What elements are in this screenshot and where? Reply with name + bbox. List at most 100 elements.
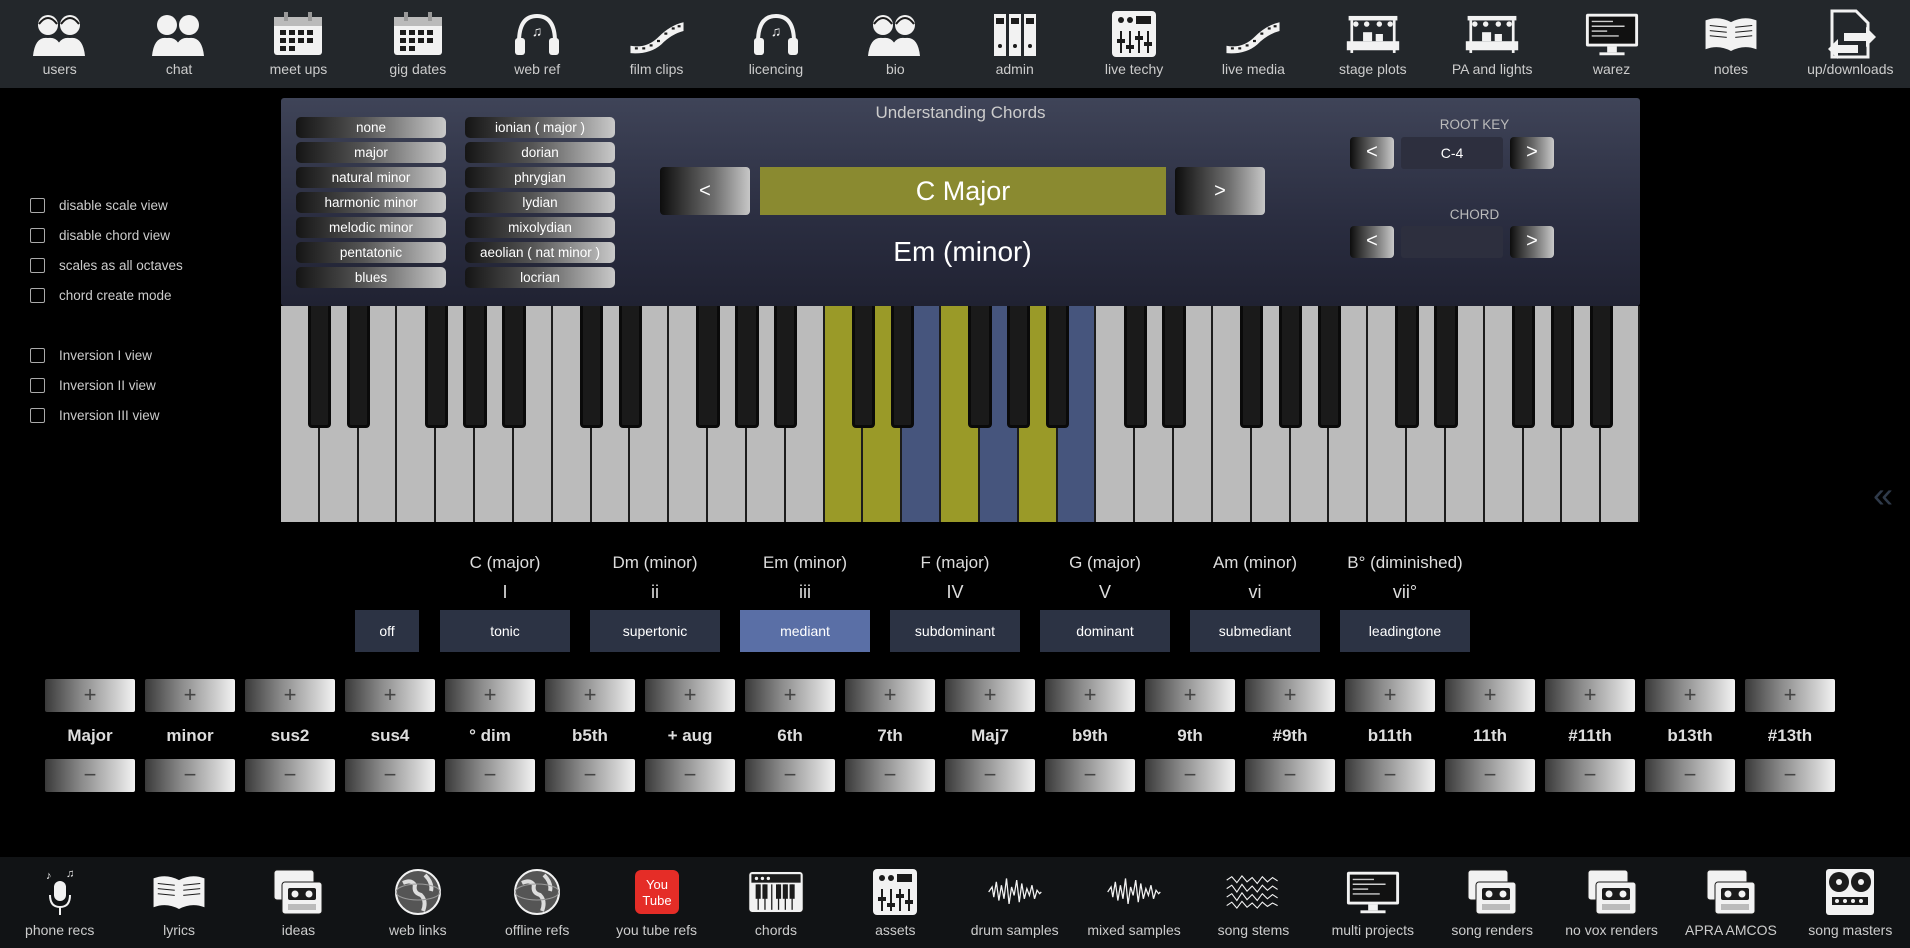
black-key[interactable]: [579, 306, 604, 428]
nav-chat[interactable]: chat: [120, 0, 238, 77]
black-key[interactable]: [1550, 306, 1574, 428]
mode-dorian-button[interactable]: dorian: [465, 142, 615, 163]
black-key[interactable]: [1240, 306, 1264, 428]
nav-lyrics[interactable]: lyrics: [120, 857, 238, 938]
scale-pentatonic-button[interactable]: pentatonic: [296, 242, 446, 263]
add-sus2-button[interactable]: +: [245, 679, 335, 712]
add-b9th-button[interactable]: +: [1045, 679, 1135, 712]
mode-lydian-button[interactable]: lydian: [465, 192, 615, 213]
checkbox[interactable]: [30, 287, 45, 303]
add-sharp9th-button[interactable]: +: [1245, 679, 1335, 712]
root-key-next-button[interactable]: >: [1510, 137, 1554, 169]
black-key[interactable]: [1162, 306, 1186, 428]
checkbox[interactable]: [30, 377, 45, 393]
nav-users[interactable]: users: [1, 0, 119, 77]
chord-next-button[interactable]: >: [1510, 226, 1554, 258]
checkbox[interactable]: [30, 257, 45, 273]
black-key[interactable]: [308, 306, 332, 428]
nav-stage-plots[interactable]: stage plots: [1314, 0, 1432, 77]
add-6th-button[interactable]: +: [745, 679, 835, 712]
black-key[interactable]: [696, 306, 720, 428]
nav-pa-and-lights[interactable]: PA and lights: [1433, 0, 1551, 77]
add-sharp11th-button[interactable]: +: [1545, 679, 1635, 712]
nav-song-renders[interactable]: song renders: [1433, 857, 1551, 938]
nav-song-masters[interactable]: song masters: [1791, 857, 1909, 938]
remove-aug-button[interactable]: −: [645, 759, 735, 792]
add-7th-button[interactable]: +: [845, 679, 935, 712]
nav-bio[interactable]: bio: [836, 0, 954, 77]
remove-sharp13th-button[interactable]: −: [1745, 759, 1835, 792]
nav-live-media[interactable]: live media: [1194, 0, 1312, 77]
toggle-inversion-ii-view[interactable]: Inversion II view: [30, 370, 183, 400]
degree-leadingtone-button[interactable]: leadingtone: [1340, 610, 1470, 652]
toggle-scales-as-all-octaves[interactable]: scales as all octaves: [30, 250, 183, 280]
black-key[interactable]: [1589, 306, 1613, 428]
prev-scale-button[interactable]: <: [660, 167, 750, 215]
add-aug-button[interactable]: +: [645, 679, 735, 712]
degree-submediant-button[interactable]: submediant: [1190, 610, 1320, 652]
add-minor-button[interactable]: +: [145, 679, 235, 712]
degree-off-button[interactable]: off: [355, 610, 419, 652]
black-key[interactable]: [968, 306, 992, 428]
scale-natural-minor-button[interactable]: natural minor: [296, 167, 446, 188]
add-9th-button[interactable]: +: [1145, 679, 1235, 712]
nav-chords[interactable]: chords: [717, 857, 835, 938]
nav-admin[interactable]: admin: [956, 0, 1074, 77]
remove-b5th-button[interactable]: −: [545, 759, 635, 792]
nav-song-stems[interactable]: song stems: [1194, 857, 1312, 938]
black-key[interactable]: [1123, 306, 1147, 428]
remove-7th-button[interactable]: −: [845, 759, 935, 792]
black-key[interactable]: [424, 306, 448, 428]
remove-11th-button[interactable]: −: [1445, 759, 1535, 792]
degree-dominant-button[interactable]: dominant: [1040, 610, 1170, 652]
nav-multi-projects[interactable]: multi projects: [1314, 857, 1432, 938]
mode-locrian-button[interactable]: locrian: [465, 267, 615, 288]
nav-live-techy[interactable]: live techy: [1075, 0, 1193, 77]
remove-b13th-button[interactable]: −: [1645, 759, 1735, 792]
add-b5th-button[interactable]: +: [545, 679, 635, 712]
collapse-panel-icon[interactable]: «: [1873, 474, 1893, 516]
checkbox[interactable]: [30, 227, 45, 243]
nav-mixed-samples[interactable]: mixed samples: [1075, 857, 1193, 938]
mode-aeolian-nat-minor-button[interactable]: aeolian ( nat minor ): [465, 242, 615, 263]
black-key[interactable]: [1395, 306, 1419, 428]
add-maj7-button[interactable]: +: [945, 679, 1035, 712]
scale-melodic-minor-button[interactable]: melodic minor: [296, 217, 446, 238]
nav-warez[interactable]: warez: [1553, 0, 1671, 77]
black-key[interactable]: [890, 306, 914, 428]
remove-sus2-button[interactable]: −: [245, 759, 335, 792]
nav-notes[interactable]: notes: [1672, 0, 1790, 77]
black-key[interactable]: [1045, 306, 1070, 428]
mode-mixolydian-button[interactable]: mixolydian: [465, 217, 615, 238]
add-11th-button[interactable]: +: [1445, 679, 1535, 712]
mode-phrygian-button[interactable]: phrygian: [465, 167, 615, 188]
remove-minor-button[interactable]: −: [145, 759, 235, 792]
checkbox[interactable]: [30, 407, 45, 423]
remove-9th-button[interactable]: −: [1145, 759, 1235, 792]
remove-major-button[interactable]: −: [45, 759, 135, 792]
black-key[interactable]: [1007, 306, 1031, 428]
degree-supertonic-button[interactable]: supertonic: [590, 610, 720, 652]
degree-subdominant-button[interactable]: subdominant: [890, 610, 1020, 652]
black-key[interactable]: [735, 306, 759, 428]
root-key-prev-button[interactable]: <: [1350, 137, 1394, 169]
toggle-inversion-iii-view[interactable]: Inversion III view: [30, 400, 183, 430]
toggle-disable-chord-view[interactable]: disable chord view: [30, 220, 183, 250]
add-sus4-button[interactable]: +: [345, 679, 435, 712]
add-b11th-button[interactable]: +: [1345, 679, 1435, 712]
black-key[interactable]: [347, 306, 371, 428]
black-key[interactable]: [463, 306, 487, 428]
black-key[interactable]: [1278, 306, 1303, 428]
black-key[interactable]: [502, 306, 526, 428]
nav-web-links[interactable]: web links: [359, 857, 477, 938]
nav-you-tube-refs[interactable]: You Tube you tube refs: [598, 857, 716, 938]
nav-phone-recs[interactable]: ♪ ♫ phone recs: [1, 857, 119, 938]
remove-maj7-button[interactable]: −: [945, 759, 1035, 792]
remove-sharp9th-button[interactable]: −: [1245, 759, 1335, 792]
chord-prev-button[interactable]: <: [1350, 226, 1394, 258]
black-key[interactable]: [1434, 306, 1458, 428]
remove-dim-button[interactable]: −: [445, 759, 535, 792]
checkbox[interactable]: [30, 347, 45, 363]
toggle-disable-scale-view[interactable]: disable scale view: [30, 190, 183, 220]
add-sharp13th-button[interactable]: +: [1745, 679, 1835, 712]
